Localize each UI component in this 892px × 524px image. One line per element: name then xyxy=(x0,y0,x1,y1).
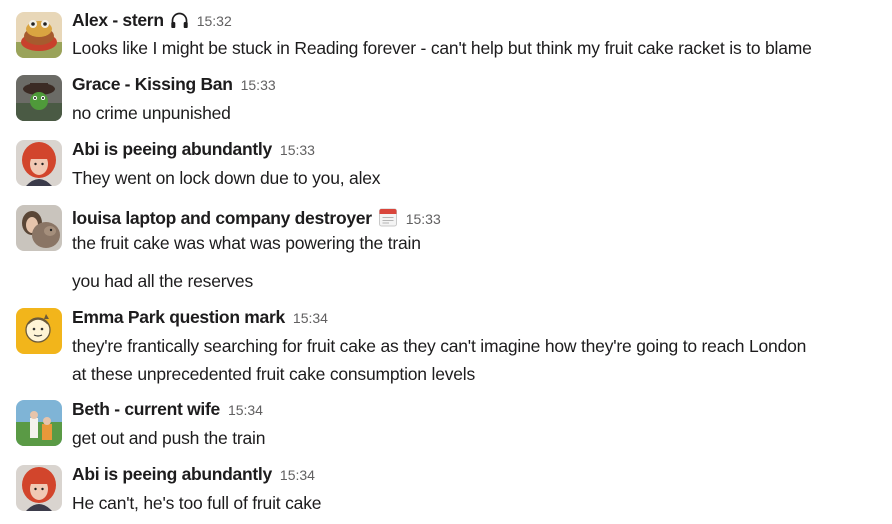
message-header: Grace - Kissing Ban 15:33 xyxy=(72,74,276,98)
message-header: Abi is peeing abundantly 15:34 xyxy=(72,464,315,488)
calendar-icon xyxy=(378,207,398,227)
message-text: They went on lock down due to you, alex xyxy=(72,168,381,188)
avatar-abi-image xyxy=(16,140,62,186)
sender-name[interactable]: louisa laptop and company destroyer xyxy=(72,208,372,229)
message-item: Grace - Kissing Ban 15:33 no crime unpun… xyxy=(0,65,892,129)
message-feed: Alex - stern 15:32 Looks like I might be… xyxy=(0,0,892,524)
message-item: Abi is peeing abundantly 15:33 They went… xyxy=(0,130,892,194)
avatar[interactable] xyxy=(16,400,62,446)
avatar[interactable] xyxy=(16,140,62,186)
message-text: the fruit cake was what was powering the… xyxy=(72,233,421,253)
message-text: at these unprecedented fruit cake consum… xyxy=(72,364,476,384)
message-timestamp[interactable]: 15:33 xyxy=(241,77,276,93)
avatar-abi-image xyxy=(16,465,62,511)
avatar-louisa-image xyxy=(16,205,62,251)
avatar-beth-image xyxy=(16,400,62,446)
message-timestamp[interactable]: 15:34 xyxy=(280,467,315,483)
message-item: Abi is peeing abundantly 15:34 He can't,… xyxy=(0,455,892,519)
message-item: Beth - current wife 15:34 get out and pu… xyxy=(0,390,892,454)
sender-name[interactable]: Beth - current wife xyxy=(72,399,220,420)
message-timestamp[interactable]: 15:34 xyxy=(228,402,263,418)
avatar[interactable] xyxy=(16,12,62,58)
sender-name[interactable]: Alex - stern xyxy=(72,10,164,31)
message-item: louisa laptop and company destroyer 15:3… xyxy=(0,195,892,297)
message-header: Beth - current wife 15:34 xyxy=(72,399,263,423)
message-text: they're frantically searching for fruit … xyxy=(72,336,807,356)
avatar-emma-image xyxy=(16,308,62,354)
message-text: Looks like I might be stuck in Reading f… xyxy=(72,38,812,58)
message-timestamp[interactable]: 15:33 xyxy=(280,142,315,158)
message-timestamp[interactable]: 15:34 xyxy=(293,310,328,326)
avatar[interactable] xyxy=(16,465,62,511)
message-header: louisa laptop and company destroyer 15:3… xyxy=(72,204,441,228)
message-item: Alex - stern 15:32 Looks like I might be… xyxy=(0,0,892,64)
avatar[interactable] xyxy=(16,205,62,251)
message-text: you had all the reserves xyxy=(72,271,254,291)
message-text: no crime unpunished xyxy=(72,103,231,123)
message-text: get out and push the train xyxy=(72,428,266,448)
message-header: Emma Park question mark 15:34 xyxy=(72,307,328,331)
message-timestamp[interactable]: 15:33 xyxy=(406,211,441,227)
avatar[interactable] xyxy=(16,308,62,354)
avatar[interactable] xyxy=(16,75,62,121)
avatar-grace-image xyxy=(16,75,62,121)
message-header: Alex - stern 15:32 xyxy=(72,9,232,33)
sender-name[interactable]: Grace - Kissing Ban xyxy=(72,74,233,95)
sender-name[interactable]: Abi is peeing abundantly xyxy=(72,464,272,485)
sender-name[interactable]: Abi is peeing abundantly xyxy=(72,139,272,160)
message-item: Emma Park question mark 15:34 they're fr… xyxy=(0,298,892,390)
message-text: He can't, he's too full of fruit cake xyxy=(72,493,322,513)
avatar-alex-image xyxy=(16,12,62,58)
sender-name[interactable]: Emma Park question mark xyxy=(72,307,285,328)
message-header: Abi is peeing abundantly 15:33 xyxy=(72,139,315,163)
message-timestamp[interactable]: 15:32 xyxy=(197,13,232,29)
headphones-icon xyxy=(170,12,189,29)
